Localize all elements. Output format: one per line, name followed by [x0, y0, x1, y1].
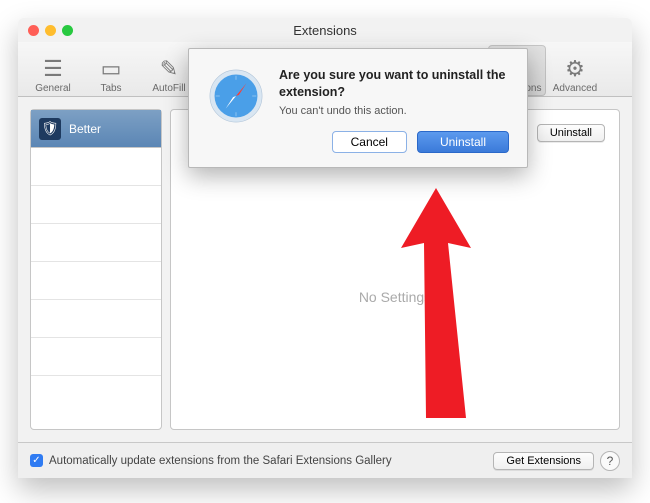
uninstall-button[interactable]: Uninstall	[537, 124, 605, 142]
toolbar-advanced[interactable]: ⚙Advanced	[546, 45, 604, 96]
extensions-sidebar: 🛡 Better	[30, 109, 162, 430]
sidebar-empty-slot	[31, 262, 161, 300]
no-settings-label: No Settings	[171, 289, 619, 305]
sidebar-item-better[interactable]: 🛡 Better	[31, 110, 161, 148]
auto-update-checkbox[interactable]: ✓	[30, 454, 43, 467]
toolbar-label: General	[35, 83, 71, 94]
toolbar-general[interactable]: ☰General	[24, 45, 82, 96]
sidebar-empty-slot	[31, 376, 161, 429]
dialog-title: Are you sure you want to uninstall the e…	[279, 67, 509, 101]
uninstall-confirmation-dialog: Are you sure you want to uninstall the e…	[188, 48, 528, 168]
toolbar-tabs[interactable]: ▭Tabs	[82, 45, 140, 96]
window-footer: ✓ Automatically update extensions from t…	[18, 442, 632, 478]
tabs-icon: ▭	[101, 55, 122, 83]
confirm-uninstall-button[interactable]: Uninstall	[417, 131, 509, 153]
pencil-icon: ✎	[160, 55, 178, 83]
window-title: Extensions	[18, 23, 632, 38]
gear-slider-icon: ☰	[43, 55, 63, 83]
sidebar-empty-slot	[31, 186, 161, 224]
sidebar-empty-slot	[31, 224, 161, 262]
dialog-subtitle: You can't undo this action.	[279, 105, 509, 117]
toolbar-label: Tabs	[100, 83, 121, 94]
safari-icon	[207, 67, 265, 125]
sidebar-empty-slot	[31, 148, 161, 186]
get-extensions-button[interactable]: Get Extensions	[493, 452, 594, 470]
preferences-window: Extensions ☰General ▭Tabs ✎AutoFill ⚿Pas…	[18, 18, 632, 478]
auto-update-label: Automatically update extensions from the…	[49, 455, 392, 467]
help-button[interactable]: ?	[600, 451, 620, 471]
sidebar-empty-slot	[31, 300, 161, 338]
sidebar-empty-slot	[31, 338, 161, 376]
toolbar-label: Advanced	[553, 83, 597, 94]
gear-icon: ⚙	[565, 55, 585, 83]
titlebar: Extensions	[18, 18, 632, 42]
toolbar-label: AutoFill	[152, 83, 185, 94]
shield-icon: 🛡	[39, 118, 61, 140]
cancel-button[interactable]: Cancel	[332, 131, 407, 153]
sidebar-item-label: Better	[69, 122, 101, 136]
